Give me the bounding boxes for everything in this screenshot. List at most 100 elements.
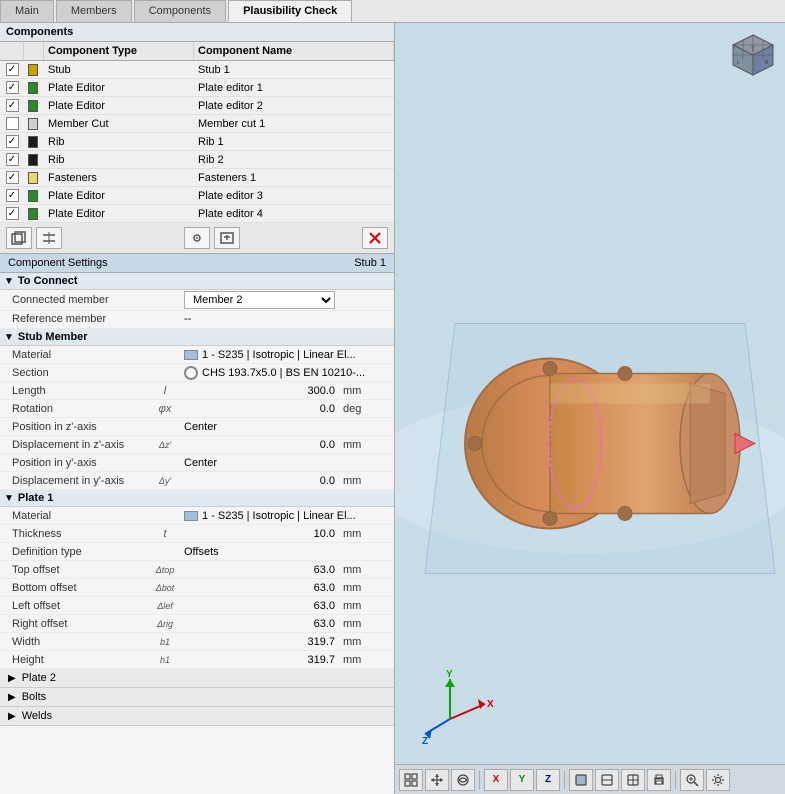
group-stub-member-header[interactable]: ▼ Stub Member bbox=[0, 329, 394, 346]
cube-nav-widget[interactable]: T L R bbox=[729, 31, 777, 79]
check-stub[interactable]: ✓ bbox=[0, 61, 24, 78]
collapsed-plate2[interactable]: ▶ Plate 2 bbox=[0, 669, 394, 688]
tab-plausibility[interactable]: Plausibility Check bbox=[228, 0, 352, 22]
prop-stub-pos-y-sym bbox=[150, 462, 180, 464]
check-rib2[interactable]: ✓ bbox=[0, 151, 24, 168]
group-plate1-header[interactable]: ▼ Plate 1 bbox=[0, 490, 394, 507]
settings-button[interactable] bbox=[184, 227, 210, 249]
vt-sep2 bbox=[564, 771, 565, 789]
prop-stub-disp-y-value[interactable]: 0.0 bbox=[180, 474, 339, 488]
prop-stub-rotation-value[interactable]: 0.0 bbox=[180, 402, 339, 416]
prop-stub-section-sym bbox=[150, 372, 180, 374]
prop-stub-rotation-unit: deg bbox=[339, 402, 394, 416]
prop-plate1-width-value[interactable]: 319.7 bbox=[180, 635, 339, 649]
prop-stub-disp-y: Displacement in y'-axis Δy' 0.0 mm bbox=[0, 472, 394, 490]
collapsed-bolts[interactable]: ▶ Bolts bbox=[0, 688, 394, 707]
prop-plate1-thickness-unit: mm bbox=[339, 527, 394, 541]
type-rib2: Rib bbox=[44, 152, 194, 168]
vt-render-button[interactable] bbox=[569, 769, 593, 791]
group-to-connect-header[interactable]: ▼ To Connect bbox=[0, 273, 394, 290]
vt-y-view-button[interactable]: Y bbox=[510, 769, 534, 791]
check-plate3[interactable]: ✓ bbox=[0, 187, 24, 204]
type-fasteners: Fasteners bbox=[44, 170, 194, 186]
check-rib1[interactable]: ✓ bbox=[0, 133, 24, 150]
check-plate1[interactable]: ✓ bbox=[0, 79, 24, 96]
name-fasteners: Fasteners 1 bbox=[194, 170, 394, 186]
vt-orbit-button[interactable] bbox=[451, 769, 475, 791]
prop-plate1-top-value[interactable]: 63.0 bbox=[180, 563, 339, 577]
prop-stub-length-sym: l bbox=[150, 384, 180, 398]
tab-components[interactable]: Components bbox=[134, 0, 226, 22]
prop-plate1-top: Top offset Δtop 63.0 mm bbox=[0, 561, 394, 579]
prop-stub-pos-z: Position in z'-axis Center bbox=[0, 418, 394, 436]
collapsed-welds[interactable]: ▶ Welds bbox=[0, 707, 394, 726]
align-button[interactable] bbox=[36, 227, 62, 249]
prop-plate1-thickness-value[interactable]: 10.0 bbox=[180, 527, 339, 541]
delete-button[interactable] bbox=[362, 227, 388, 249]
main-layout: Components Component Type Component Name… bbox=[0, 23, 785, 794]
comp-row-membercut[interactable]: Member Cut Member cut 1 bbox=[0, 115, 394, 133]
comp-row-plate2[interactable]: ✓ Plate Editor Plate editor 2 bbox=[0, 97, 394, 115]
vt-fit-button[interactable] bbox=[399, 769, 423, 791]
color-rib2 bbox=[24, 152, 44, 168]
prop-stub-rotation-label: Rotation bbox=[0, 402, 150, 416]
vt-print-button[interactable] bbox=[647, 769, 671, 791]
vt-wireframe-button[interactable] bbox=[621, 769, 645, 791]
check-plate4[interactable]: ✓ bbox=[0, 205, 24, 222]
comp-row-plate1[interactable]: ✓ Plate Editor Plate editor 1 bbox=[0, 79, 394, 97]
collapse-to-connect-icon: ▼ bbox=[4, 276, 14, 287]
comp-row-stub[interactable]: ✓ Stub Stub 1 bbox=[0, 61, 394, 79]
vt-settings-button[interactable] bbox=[706, 769, 730, 791]
prop-reference-member-sym bbox=[150, 318, 180, 320]
comp-row-rib2[interactable]: ✓ Rib Rib 2 bbox=[0, 151, 394, 169]
prop-stub-disp-z-value[interactable]: 0.0 bbox=[180, 438, 339, 452]
prop-plate1-width-unit: mm bbox=[339, 635, 394, 649]
prop-stub-length-value[interactable]: 300.0 bbox=[180, 384, 339, 398]
import-button[interactable] bbox=[214, 227, 240, 249]
prop-plate1-bot-unit: mm bbox=[339, 581, 394, 595]
vt-pan-button[interactable] bbox=[425, 769, 449, 791]
comp-row-plate3[interactable]: ✓ Plate Editor Plate editor 3 bbox=[0, 187, 394, 205]
prop-plate1-right-sym: Δrig bbox=[150, 618, 180, 630]
prop-connected-member-label: Connected member bbox=[0, 293, 150, 307]
prop-reference-member: Reference member -- bbox=[0, 311, 394, 329]
prop-plate1-height-value[interactable]: 319.7 bbox=[180, 653, 339, 667]
copy-button[interactable] bbox=[6, 227, 32, 249]
prop-plate1-width-sym: b1 bbox=[150, 636, 180, 648]
col-color bbox=[24, 42, 44, 60]
vt-shading-button[interactable] bbox=[595, 769, 619, 791]
prop-plate1-bot-value[interactable]: 63.0 bbox=[180, 581, 339, 595]
comp-row-plate4[interactable]: ✓ Plate Editor Plate editor 4 bbox=[0, 205, 394, 223]
vt-z-view-button[interactable]: Z bbox=[536, 769, 560, 791]
check-fasteners[interactable]: ✓ bbox=[0, 169, 24, 186]
prop-plate1-left: Left offset Δlef 63.0 mm bbox=[0, 597, 394, 615]
prop-stub-section-value: CHS 193.7x5.0 | BS EN 10210-... bbox=[180, 365, 394, 381]
prop-stub-length-unit: mm bbox=[339, 384, 394, 398]
prop-connected-member-sym bbox=[150, 299, 180, 301]
svg-text:T: T bbox=[751, 47, 755, 53]
prop-plate1-right-value[interactable]: 63.0 bbox=[180, 617, 339, 631]
viewport-content[interactable] bbox=[395, 103, 785, 764]
col-name: Component Name bbox=[194, 42, 394, 60]
prop-plate1-deftype-sym bbox=[150, 551, 180, 553]
collapse-plate1-icon: ▼ bbox=[4, 493, 14, 504]
prop-stub-pos-y: Position in y'-axis Center bbox=[0, 454, 394, 472]
prop-plate1-left-value[interactable]: 63.0 bbox=[180, 599, 339, 613]
vt-x-view-button[interactable]: X bbox=[484, 769, 508, 791]
comp-row-rib1[interactable]: ✓ Rib Rib 1 bbox=[0, 133, 394, 151]
tab-main[interactable]: Main bbox=[0, 0, 54, 22]
vt-zoom-button[interactable] bbox=[680, 769, 704, 791]
comp-row-fasteners[interactable]: ✓ Fasteners Fasteners 1 bbox=[0, 169, 394, 187]
prop-plate1-right-unit: mm bbox=[339, 617, 394, 631]
name-rib2: Rib 2 bbox=[194, 152, 394, 168]
check-membercut[interactable] bbox=[0, 115, 24, 132]
collapse-stub-member-icon: ▼ bbox=[4, 332, 14, 343]
tab-members[interactable]: Members bbox=[56, 0, 132, 22]
svg-text:Z: Z bbox=[422, 736, 428, 744]
check-plate2[interactable]: ✓ bbox=[0, 97, 24, 114]
prop-connected-member-value[interactable]: Member 2 bbox=[180, 290, 339, 310]
name-plate2: Plate editor 2 bbox=[194, 98, 394, 114]
connected-member-select[interactable]: Member 2 bbox=[184, 291, 335, 309]
comp-table-header: Component Type Component Name bbox=[0, 42, 394, 61]
color-plate4 bbox=[24, 206, 44, 222]
